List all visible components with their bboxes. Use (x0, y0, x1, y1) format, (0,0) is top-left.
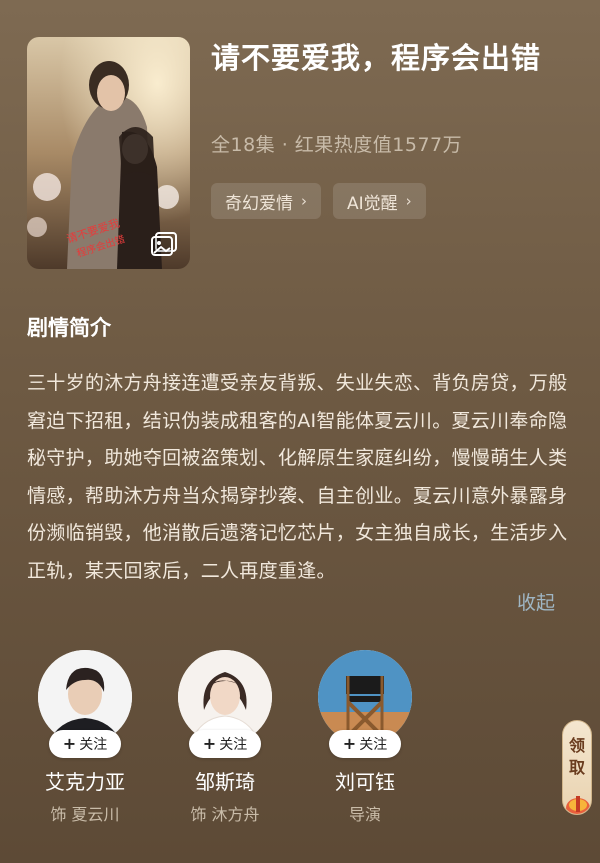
synopsis-heading: 剧情简介 (27, 316, 111, 340)
gallery-icon[interactable] (150, 231, 178, 257)
follow-button[interactable]: + 关注 (49, 730, 121, 758)
cast-name: 刘可钰 (335, 770, 395, 794)
follow-label: 关注 (79, 737, 108, 753)
tag-list: 奇幻爱情 › AI觉醒 › (211, 183, 426, 219)
drama-poster[interactable]: 请不要爱我 程序会出错 (27, 37, 190, 269)
chevron-right-icon: › (301, 192, 307, 210)
synopsis-text: 三十岁的沐方舟接连遭受亲友背叛、失业失恋、背负房贷，万般窘迫下招租，结识伪装成租… (27, 372, 568, 582)
cast-member[interactable]: + 关注 艾克力亚 饰 夏云川 (15, 650, 155, 825)
tag-label: AI觉醒 (347, 193, 398, 214)
cast-member[interactable]: + 关注 邹斯琦 饰 沐方舟 (155, 650, 295, 825)
tag-ai-awakening[interactable]: AI觉醒 › (333, 183, 426, 219)
tag-romance[interactable]: 奇幻爱情 › (211, 183, 321, 219)
plus-icon: + (202, 734, 217, 753)
gift-icon (566, 796, 590, 814)
follow-label: 关注 (359, 737, 388, 753)
follow-button[interactable]: + 关注 (329, 730, 401, 758)
chevron-right-icon: › (405, 192, 412, 210)
cast-name: 邹斯琦 (195, 770, 255, 794)
follow-button[interactable]: + 关注 (189, 730, 261, 758)
tag-label: 奇幻爱情 (225, 193, 293, 214)
cast-role: 饰 夏云川 (50, 805, 120, 824)
follow-label: 关注 (219, 737, 248, 753)
cast-member[interactable]: + 关注 刘可钰 导演 (295, 650, 435, 825)
plus-icon: + (342, 734, 357, 753)
drama-meta: 全18集 · 红果热度值1577万 (211, 134, 463, 156)
cast-role: 饰 沐方舟 (190, 805, 260, 824)
cast-list: + 关注 艾克力亚 饰 夏云川 + 关注 邹斯琦 饰 沐方舟 + 关注 刘可钰 … (15, 650, 435, 825)
reward-label-1: 领 (568, 736, 585, 755)
reward-label-2: 取 (568, 758, 585, 777)
plus-icon: + (62, 734, 77, 753)
cast-name: 艾克力亚 (45, 770, 125, 794)
collapse-link[interactable]: 收起 (517, 588, 555, 615)
drama-title: 请不要爱我，程序会出错 (211, 41, 542, 75)
reward-claim-button[interactable]: 领 取 (562, 720, 592, 815)
cast-role: 导演 (348, 805, 381, 824)
